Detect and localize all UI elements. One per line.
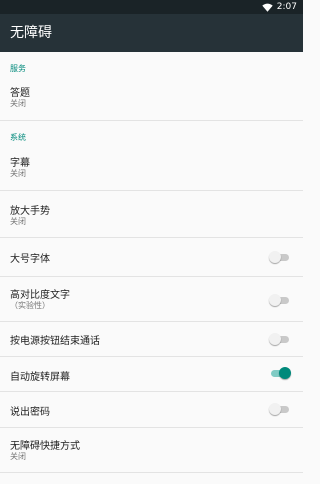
pref-high-contrast[interactable]: 高对比度文字 （实验性） — [0, 277, 303, 321]
pref-title: 无障碍快捷方式 — [10, 441, 80, 452]
pref-large-text[interactable]: 大号字体 — [0, 238, 303, 276]
pref-title: 大号字体 — [10, 254, 50, 265]
page-title: 无障碍 — [10, 25, 52, 41]
pref-speak-passwords[interactable]: 说出密码 — [0, 392, 303, 427]
high-contrast-switch[interactable] — [269, 294, 291, 306]
pref-summary: 关闭 — [10, 99, 26, 108]
pref-title: 按电源按钮结束通话 — [10, 336, 100, 347]
pref-summary: 关闭 — [10, 169, 26, 178]
category-services: 服务 — [10, 64, 26, 73]
pref-summary: （实验性） — [10, 301, 50, 310]
pref-power-ends-call[interactable]: 按电源按钮结束通话 — [0, 322, 303, 356]
pref-auto-rotate[interactable]: 自动旋转屏幕 — [0, 357, 303, 391]
wifi-icon — [262, 3, 273, 12]
pref-summary: 关闭 — [10, 217, 26, 226]
status-bar: 2:07 — [0, 0, 303, 14]
pref-title: 自动旋转屏幕 — [10, 372, 70, 383]
pref-title: 答题 — [10, 88, 30, 99]
pref-title: 放大手势 — [10, 206, 50, 217]
divider — [0, 472, 303, 473]
pref-magnification[interactable]: 放大手势 关闭 — [0, 191, 303, 237]
pref-title: 字幕 — [10, 158, 30, 169]
pref-accessibility-shortcut[interactable]: 无障碍快捷方式 关闭 — [0, 428, 303, 472]
app-bar: 无障碍 — [0, 14, 303, 52]
status-time: 2:07 — [276, 2, 297, 12]
pref-captions[interactable]: 字幕 关闭 — [0, 148, 303, 190]
speak-passwords-switch[interactable] — [269, 403, 291, 415]
pref-title: 高对比度文字 — [10, 290, 70, 301]
auto-rotate-switch[interactable] — [269, 367, 291, 379]
category-system: 系统 — [10, 133, 26, 142]
pref-talkback[interactable]: 答题 关闭 — [0, 78, 303, 118]
power-ends-call-switch[interactable] — [269, 333, 291, 345]
divider — [0, 120, 303, 121]
pref-summary: 关闭 — [10, 452, 26, 461]
large-text-switch[interactable] — [269, 251, 291, 263]
pref-title: 说出密码 — [10, 407, 50, 418]
